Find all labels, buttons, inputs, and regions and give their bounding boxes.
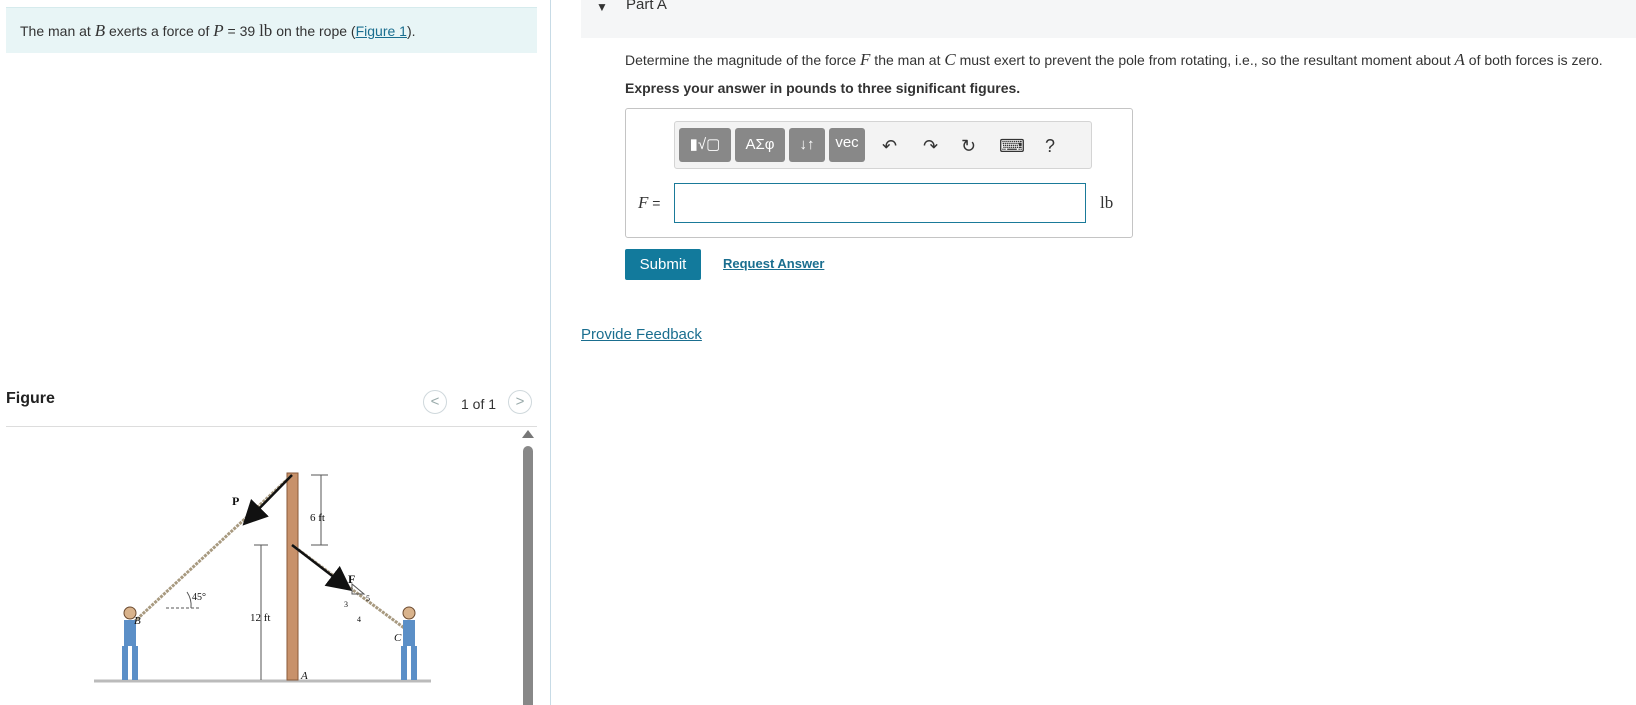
force-p-arrow <box>242 474 293 526</box>
variable-b: B <box>94 21 106 40</box>
chevron-right-icon: > <box>515 393 525 410</box>
chevron-left-icon: < <box>430 393 440 410</box>
next-figure-button[interactable]: > <box>508 390 532 414</box>
problem-text: on the rope ( <box>272 23 356 39</box>
man-c <box>401 606 417 680</box>
label-12ft: 12 ft <box>250 612 270 624</box>
variable-a: A <box>1454 50 1465 69</box>
answer-label: F = <box>638 193 660 213</box>
answer-instruction: Express your answer in pounds to three s… <box>625 80 1021 96</box>
problem-text: = 39 <box>223 23 260 39</box>
request-answer-link[interactable]: Request Answer <box>723 256 824 271</box>
question-fragment: of both forces is zero. <box>1464 52 1603 68</box>
label-p: P <box>232 494 239 508</box>
figure-link[interactable]: Figure 1 <box>356 23 407 39</box>
answer-input[interactable] <box>674 183 1086 223</box>
undo-icon[interactable]: ↶ <box>882 134 897 158</box>
variable-p: P <box>213 21 224 40</box>
question-fragment: must exert to prevent the pole from rota… <box>955 52 1455 68</box>
force-f-arrow <box>291 544 352 592</box>
figure-scrollbar[interactable] <box>523 446 533 705</box>
answer-equals: = <box>648 195 661 211</box>
help-icon[interactable]: ? <box>1045 134 1055 158</box>
reset-icon[interactable]: ↻ <box>961 134 976 158</box>
problem-statement: The man at B exerts a force of P = 39 lb… <box>6 7 537 53</box>
problem-text: The man at <box>20 23 95 39</box>
variable-c: C <box>944 50 956 69</box>
vector-button[interactable]: vec <box>829 128 865 162</box>
label-slope-4: 4 <box>357 615 361 624</box>
caret-down-icon[interactable]: ▼ <box>596 0 608 14</box>
keyboard-icon[interactable]: ⌨ <box>999 134 1025 158</box>
column-divider <box>550 0 551 705</box>
variable-f: F <box>860 50 871 69</box>
figure-title: Figure <box>6 390 55 407</box>
question-fragment: Determine the magnitude of the force <box>625 52 861 68</box>
question-fragment: the man at <box>870 52 945 68</box>
submit-button[interactable]: Submit <box>625 249 701 280</box>
label-angle: 45° <box>192 592 206 603</box>
label-6ft: 6 ft <box>310 512 325 524</box>
provide-feedback-link[interactable]: Provide Feedback <box>581 326 702 343</box>
pole-rope-figure: P F B C A 45° 6 ft 12 ft 3 4 5 <box>94 472 431 683</box>
label-c: C <box>394 632 402 644</box>
pole <box>286 472 299 681</box>
problem-text: ). <box>406 23 416 39</box>
templates-button[interactable]: ▮√▢ <box>679 128 731 162</box>
subscript-superscript-button[interactable]: ↓↑ <box>789 128 825 162</box>
part-header[interactable] <box>581 0 1636 38</box>
figure-count: 1 of 1 <box>461 396 497 412</box>
redo-icon[interactable]: ↷ <box>923 134 938 158</box>
answer-unit: lb <box>1100 193 1114 212</box>
rope-b <box>132 473 294 624</box>
label-slope-5: 5 <box>366 594 370 603</box>
greek-symbols-button[interactable]: ΑΣφ <box>735 128 785 162</box>
problem-text: exerts a force of <box>105 23 214 39</box>
unit-lb: lb <box>259 21 273 40</box>
prev-figure-button[interactable]: < <box>423 390 447 414</box>
scroll-up-arrow[interactable] <box>522 430 534 438</box>
part-title[interactable]: Part A <box>626 0 667 13</box>
figure-header: Figure < 1 of 1 > <box>6 388 537 426</box>
question-text: Determine the magnitude of the force F t… <box>625 50 1603 70</box>
answer-variable: F <box>638 193 649 212</box>
label-b: B <box>134 615 141 627</box>
label-f: F <box>348 572 355 586</box>
figure-divider <box>6 426 537 427</box>
label-slope-3: 3 <box>344 600 348 609</box>
math-toolbar: ▮√▢ ΑΣφ ↓↑ vec ↶ ↷ ↻ ⌨ ? <box>674 121 1092 169</box>
label-a: A <box>300 670 308 682</box>
answer-area: ▮√▢ ΑΣφ ↓↑ vec ↶ ↷ ↻ ⌨ ? F = lb <box>625 108 1133 238</box>
